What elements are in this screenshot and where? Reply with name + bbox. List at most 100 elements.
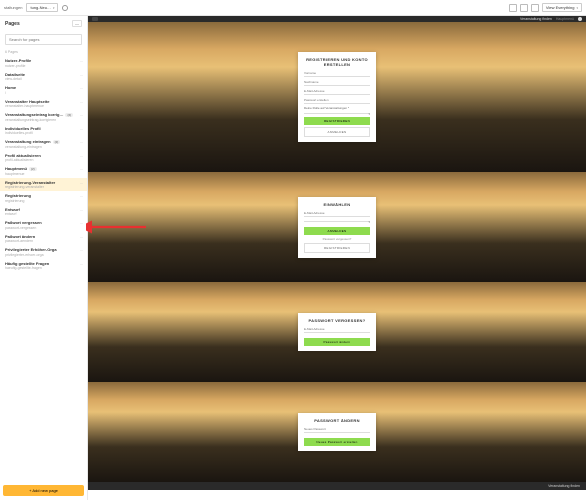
register-alt-button[interactable]: REGISTRIEREN <box>304 243 370 253</box>
page-item-title: Individuelles Profil <box>5 126 82 131</box>
search-input[interactable] <box>5 34 82 45</box>
card-title: EINWÄHLEN <box>304 202 370 207</box>
page-item-title: Häufig gestellte Fragen <box>5 261 82 266</box>
page-item-slug: individuelles-profil <box>5 131 82 135</box>
email-input[interactable] <box>304 210 370 217</box>
sidebar-page-item[interactable]: Häufig gestellte Fragenhaeufig-gestellte… <box>0 259 87 273</box>
breadcrumb-1: staltungen <box>4 5 22 10</box>
count-badge: (2) <box>29 167 37 171</box>
section-forgot: PASSWORT VERGESSEN? Passwort ändern <box>88 282 586 382</box>
avatar[interactable] <box>578 17 582 21</box>
change-card: PASSWORT ÄNDERN Neues Passwort erstellen <box>298 413 376 451</box>
site-footer: Veranstaltung finden <box>88 482 586 490</box>
sidebar-page-item[interactable]: Entwurfentwurf⋯ <box>0 205 87 219</box>
role-question: Deine Rolle auf Veranstaltungen * <box>304 106 370 110</box>
page-item-menu-icon[interactable]: ⋯ <box>80 235 83 239</box>
register-button[interactable]: REGISTRIEREN <box>304 117 370 125</box>
sidebar-page-item[interactable]: Home/⋯ <box>0 83 87 97</box>
page-item-slug: veranstaltungseintrag-korrigieren <box>5 118 82 122</box>
page-item-slug: / <box>5 91 82 95</box>
register-card: REGISTRIEREN UND KONTO ERSTELLEN Deine R… <box>298 52 376 142</box>
password-input[interactable] <box>304 97 370 104</box>
email-input[interactable] <box>304 88 370 95</box>
pages-sidebar: Pages — 6 Pages Nutzer-Profilenutzer-pro… <box>0 16 88 500</box>
page-dropdown[interactable]: tung-Neu… ▾ <box>26 3 58 12</box>
firstname-input[interactable] <box>304 70 370 77</box>
forgot-card: PASSWORT VERGESSEN? Passwort ändern <box>298 313 376 351</box>
mobile-view-icon[interactable] <box>531 4 539 12</box>
privacy-label: View Everything <box>546 5 575 10</box>
page-item-slug: nutzer-profile <box>5 64 82 68</box>
forgot-link[interactable]: Passwort vergessen? <box>304 237 370 241</box>
page-item-slug: registrierung-veranstalter <box>5 185 82 189</box>
desktop-view-icon[interactable] <box>509 4 517 12</box>
sidebar-page-item[interactable]: Paßwort vergessenpasswort-vergessen⋯ <box>0 218 87 232</box>
sidebar-page-item[interactable]: Hauptmenü(2)hauptmenue⋯ <box>0 164 87 178</box>
nav-link-1[interactable]: Veranstaltung finden <box>520 17 552 21</box>
page-item-menu-icon[interactable]: ⋯ <box>80 167 83 171</box>
page-item-title: Privilegierter Erhöher-Orga <box>5 247 82 252</box>
page-item-slug: privilegierter-erhoer-orga <box>5 253 82 257</box>
page-item-menu-icon[interactable]: ⋯ <box>80 248 83 252</box>
page-item-slug: passwort-vergessen <box>5 226 82 230</box>
page-item-title: Datailseite <box>5 72 82 77</box>
footer-link[interactable]: Veranstaltung finden <box>548 484 580 488</box>
page-item-slug: veranstalter-hauptmenue <box>5 104 82 108</box>
email-input[interactable] <box>304 326 370 333</box>
change-button[interactable]: Neues Passwort erstellen <box>304 438 370 446</box>
page-item-menu-icon[interactable]: ⋯ <box>80 208 83 212</box>
sidebar-page-item[interactable]: Veranstalter Hauptseiteveranstalter-haup… <box>0 97 87 111</box>
sidebar-page-item[interactable]: Registrierungregistrierung⋯ <box>0 191 87 205</box>
page-item-slug: registrierung <box>5 199 82 203</box>
sidebar-page-item[interactable]: Paßwort ändernpasswort-aendern⋯ <box>0 232 87 246</box>
role-select[interactable] <box>304 111 370 114</box>
page-item-menu-icon[interactable]: ⋯ <box>80 86 83 90</box>
sidebar-page-item[interactable]: Veranstaltungseintrag korrig…(2)veransta… <box>0 110 87 124</box>
sidebar-page-item[interactable]: Datailseiteview-detail⋯ <box>0 70 87 84</box>
page-count: 6 Pages <box>0 48 87 56</box>
sidebar-page-item[interactable]: Profil aktualisierenprofil-aktualisieren… <box>0 151 87 165</box>
page-item-title: Registrierung-Veranstalter <box>5 180 82 185</box>
login-alt-button[interactable]: ANMELDEN <box>304 127 370 137</box>
tablet-view-icon[interactable] <box>520 4 528 12</box>
page-item-menu-icon[interactable]: ⋯ <box>80 100 83 104</box>
page-item-menu-icon[interactable]: ⋯ <box>80 127 83 131</box>
page-item-slug: veranstaltung-eintragen <box>5 145 82 149</box>
page-item-menu-icon[interactable]: ⋯ <box>80 59 83 63</box>
gear-icon[interactable] <box>62 5 68 11</box>
lastname-input[interactable] <box>304 79 370 86</box>
card-title: PASSWORT VERGESSEN? <box>304 318 370 323</box>
newpass-input[interactable] <box>304 426 370 433</box>
page-item-menu-icon[interactable]: ⋯ <box>80 262 83 266</box>
count-badge: (2) <box>53 140 61 144</box>
password-input[interactable] <box>304 219 370 222</box>
sidebar-page-item[interactable]: Nutzer-Profilenutzer-profile⋯ <box>0 56 87 70</box>
page-item-slug: view-detail <box>5 77 82 81</box>
add-page-button[interactable]: + Add new page <box>3 485 84 496</box>
page-item-menu-icon[interactable]: ⋯ <box>80 194 83 198</box>
sidebar-page-item[interactable]: Veranstaltung eintragen(2)veranstaltung-… <box>0 137 87 151</box>
breadcrumb-2: tung-Neu… <box>30 5 50 10</box>
sidebar-page-item[interactable]: Individuelles Profilindividuelles-profil… <box>0 124 87 138</box>
privacy-dropdown[interactable]: View Everything ▾ <box>542 3 582 12</box>
reset-button[interactable]: Passwort ändern <box>304 338 370 346</box>
page-item-title: Home <box>5 85 82 90</box>
page-item-menu-icon[interactable]: ⋯ <box>80 154 83 158</box>
page-item-menu-icon[interactable]: ⋯ <box>80 221 83 225</box>
nav-link-2[interactable]: Hauptmenü <box>556 17 574 21</box>
annotation-arrow <box>86 218 148 236</box>
page-item-menu-icon[interactable]: ⋯ <box>80 113 83 117</box>
chevron-down-icon: ▾ <box>53 6 55 10</box>
login-button[interactable]: ANMELDEN <box>304 227 370 235</box>
section-login: EINWÄHLEN ANMELDEN Passwort vergessen? R… <box>88 172 586 282</box>
page-item-menu-icon[interactable]: ⋯ <box>80 140 83 144</box>
sidebar-page-item[interactable]: Registrierung-Veranstalterregistrierung-… <box>0 178 87 192</box>
collapse-icon[interactable]: — <box>72 20 82 27</box>
page-item-title: Registrierung <box>5 193 82 198</box>
sidebar-page-item[interactable]: Privilegierter Erhöher-Orgaprivilegierte… <box>0 245 87 259</box>
page-item-title: Veranstaltungseintrag korrig…(2) <box>5 112 82 117</box>
page-item-title: Paßwort ändern <box>5 234 82 239</box>
page-item-menu-icon[interactable]: ⋯ <box>80 181 83 185</box>
section-register: REGISTRIEREN UND KONTO ERSTELLEN Deine R… <box>88 22 586 172</box>
page-item-menu-icon[interactable]: ⋯ <box>80 73 83 77</box>
